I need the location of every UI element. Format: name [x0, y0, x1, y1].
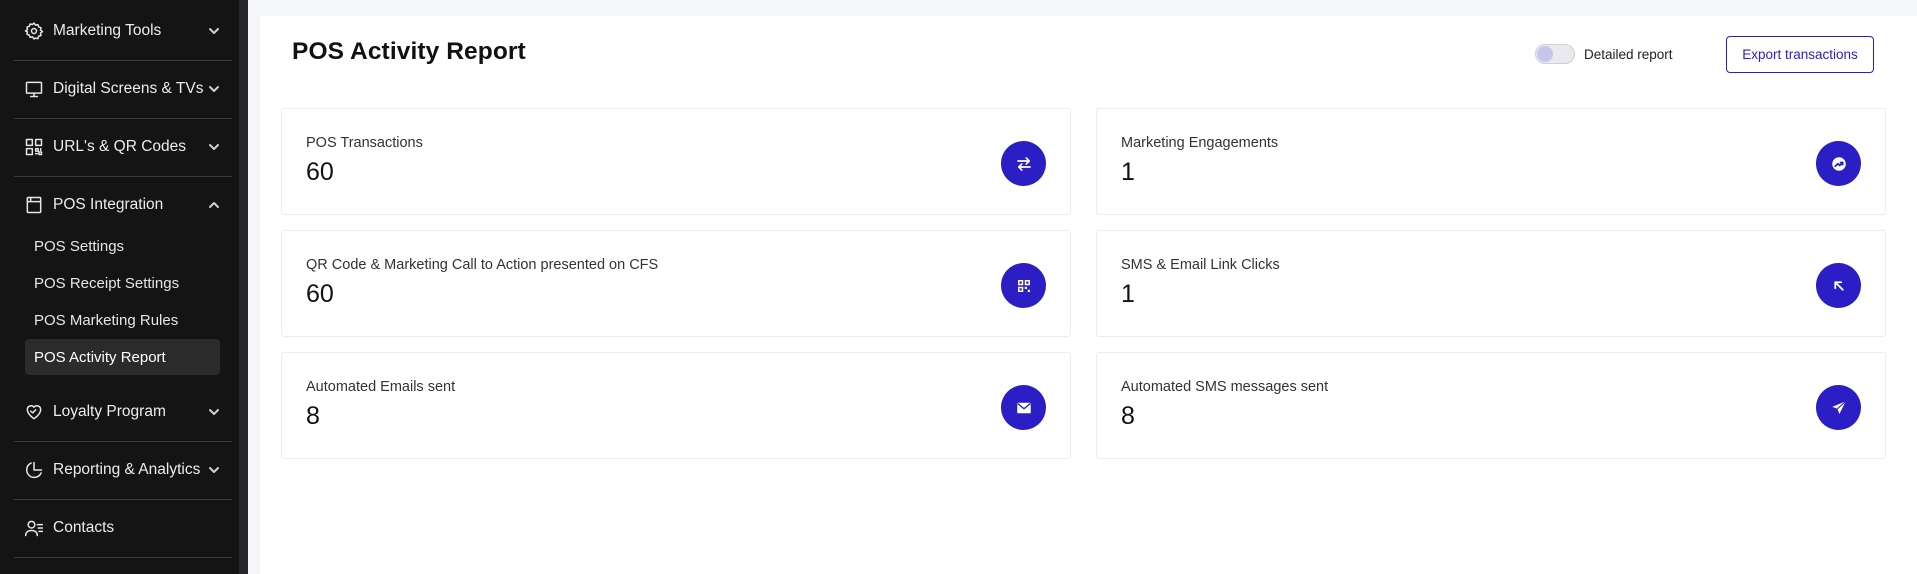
qr-code-icon [23, 136, 45, 158]
chevron-down-icon [206, 23, 222, 39]
stat-value: 1 [1121, 280, 1135, 308]
toggle-switch[interactable] [1535, 44, 1575, 64]
sidebar-group-contacts[interactable]: Contacts [14, 499, 232, 557]
heart-handshake-icon [23, 401, 45, 423]
chevron-down-icon [206, 81, 222, 97]
sidebar-group-label: POS Integration [53, 196, 164, 213]
sidebar: Marketing Tools Digital Screens & TVs UR… [0, 0, 248, 574]
sidebar-item-pos-activity-report[interactable]: POS Activity Report [25, 339, 220, 375]
sidebar-group-urls-qr-codes[interactable]: URL's & QR Codes [14, 118, 232, 176]
sidebar-item-pos-receipt-settings[interactable]: POS Receipt Settings [25, 265, 220, 301]
sidebar-group-label: Reporting & Analytics [53, 461, 201, 478]
sidebar-group-label: Marketing Tools [53, 22, 162, 39]
swap-arrows-icon [1001, 141, 1046, 186]
stat-card-marketing-engagements: Marketing Engagements 1 [1096, 108, 1886, 215]
monitor-icon [23, 78, 45, 100]
stat-label: Automated Emails sent [306, 379, 456, 395]
sidebar-divider [14, 557, 232, 558]
send-icon [1816, 385, 1861, 430]
chevron-down-icon [206, 139, 222, 155]
contacts-icon [23, 517, 45, 539]
chevron-down-icon [206, 462, 222, 478]
sidebar-group-reporting-analytics[interactable]: Reporting & Analytics [14, 441, 232, 499]
stat-value: 8 [1121, 402, 1135, 430]
stat-value: 60 [306, 280, 334, 308]
stat-value: 60 [306, 158, 334, 186]
stat-value: 1 [1121, 158, 1135, 186]
qr-code-icon [1001, 263, 1046, 308]
stat-value: 8 [306, 402, 320, 430]
stat-label: QR Code & Marketing Call to Action prese… [306, 257, 659, 273]
toggle-label: Detailed report [1584, 46, 1673, 62]
trend-up-icon [1816, 141, 1861, 186]
stat-label: SMS & Email Link Clicks [1121, 257, 1280, 273]
stat-label: Automated SMS messages sent [1121, 379, 1329, 395]
sidebar-group-loyalty-program[interactable]: Loyalty Program [14, 383, 232, 441]
sidebar-group-pos-integration[interactable]: POS Integration [14, 176, 232, 234]
sidebar-item-pos-marketing-rules[interactable]: POS Marketing Rules [25, 302, 220, 338]
page-title: POS Activity Report [292, 38, 526, 65]
arrow-up-left-icon [1816, 263, 1861, 308]
chevron-down-icon [206, 404, 222, 420]
toggle-knob [1537, 46, 1553, 62]
sidebar-group-label: Loyalty Program [53, 403, 166, 420]
stat-card-qr-cta-presented: QR Code & Marketing Call to Action prese… [281, 230, 1071, 337]
stat-label: Marketing Engagements [1121, 135, 1279, 151]
sidebar-group-marketing-tools[interactable]: Marketing Tools [14, 2, 232, 60]
main-panel: POS Activity Report Detailed report Expo… [260, 16, 1917, 574]
export-transactions-button[interactable]: Export transactions [1726, 36, 1874, 73]
stat-card-automated-sms: Automated SMS messages sent 8 [1096, 352, 1886, 459]
stat-card-pos-transactions: POS Transactions 60 [281, 108, 1071, 215]
sidebar-group-label: URL's & QR Codes [53, 138, 187, 155]
stat-card-automated-emails: Automated Emails sent 8 [281, 352, 1071, 459]
stat-label: POS Transactions [306, 135, 423, 151]
sidebar-group-label: Digital Screens & TVs [53, 80, 204, 97]
mail-icon [1001, 385, 1046, 430]
sidebar-scrollbar-track[interactable] [239, 0, 248, 574]
register-icon [23, 194, 45, 216]
sidebar-group-label: Contacts [53, 519, 115, 536]
sidebar-group-digital-screens[interactable]: Digital Screens & TVs [14, 60, 232, 118]
gear-icon [23, 20, 45, 42]
sidebar-item-pos-settings[interactable]: POS Settings [25, 228, 220, 264]
pie-chart-icon [23, 459, 45, 481]
stat-card-sms-email-link-clicks: SMS & Email Link Clicks 1 [1096, 230, 1886, 337]
chevron-up-icon [206, 197, 222, 213]
detailed-report-toggle[interactable]: Detailed report [1535, 44, 1673, 64]
